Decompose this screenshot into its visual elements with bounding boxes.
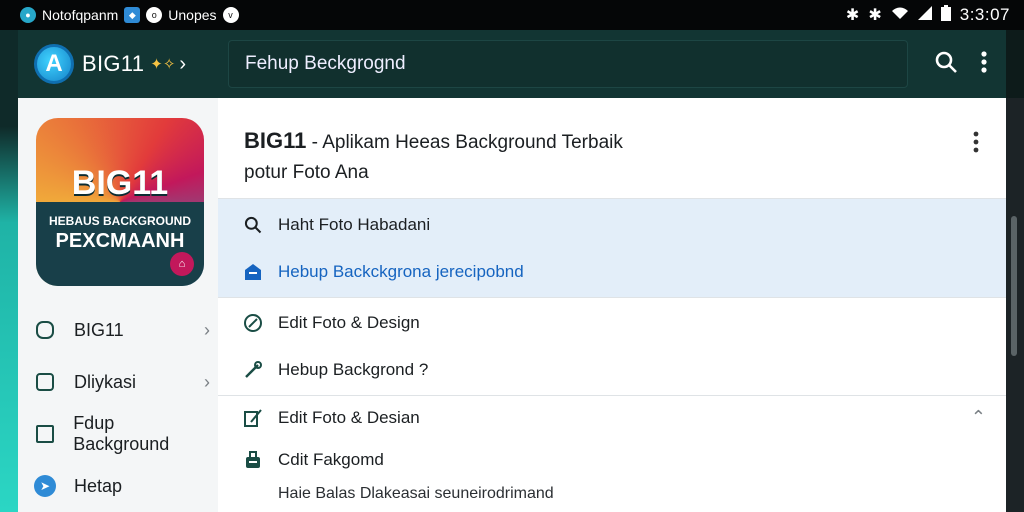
search-icon — [240, 215, 266, 235]
content-area: BIG11 HEBAUS BACKGROUND PEXCMAANH ⌂ BIG1… — [18, 98, 1006, 512]
title-bold: BIG11 — [244, 128, 307, 153]
list-item-label: Hebup Backgrond ? — [278, 360, 429, 379]
list-item-haht-foto[interactable]: Haht Foto Habadani — [240, 207, 980, 243]
circle-notification-icon: o — [146, 7, 163, 23]
face-icon — [34, 319, 56, 341]
sidebar-item-label: Dliykasi — [74, 371, 137, 392]
battery-icon — [940, 4, 951, 26]
footer-text: Haie Balas Dlakeasai seuneirodrimand — [278, 485, 554, 502]
v-notification-icon: v — [222, 7, 239, 23]
clock: 3:3:07 — [959, 5, 1010, 24]
sidebar-item-big11[interactable]: BIG11 › — [34, 312, 210, 348]
sidebar-item-label: BIG11 — [74, 319, 124, 340]
list-item-label: Edit Foto & Design — [278, 313, 420, 332]
app-bar: A BIG11 ✦✧ › Fehup Beckgrognd — [18, 30, 1006, 98]
search-icon[interactable] — [934, 50, 958, 80]
list-item-cdit-fakgomd[interactable]: Cdit Fakgomd — [240, 442, 980, 478]
wifi-icon — [891, 6, 909, 25]
page-title: BIG11 - Aplikam Heeas Background Terbaik… — [244, 126, 623, 188]
chevron-right-icon: › — [204, 371, 210, 392]
scrollbar-thumb[interactable] — [1011, 216, 1017, 356]
notifications: ● Notofqpanm ◆ o Unopes v — [20, 7, 239, 23]
signal-icon — [917, 5, 932, 25]
sidebar-item-fdup-background[interactable]: Fdup Background — [34, 413, 210, 454]
app-icon-title: BIG11 — [71, 164, 169, 202]
overflow-menu-icon[interactable] — [980, 50, 988, 80]
more-options-icon[interactable] — [972, 130, 980, 160]
list-item-hebup-backckgrona[interactable]: Hebup Backckgrona jerecipobnd — [240, 254, 980, 290]
sidebar-item-dliykasi[interactable]: Dliykasi › — [34, 364, 210, 400]
notification-label-1: Notofqpanm — [42, 7, 119, 23]
title-rest: - Aplikam Heeas Background Terbaik — [306, 132, 623, 153]
folder-icon — [34, 423, 55, 445]
shield-notification-icon: ◆ — [124, 7, 141, 23]
title-line-2: potur Foto Ana — [244, 162, 369, 183]
divider — [218, 395, 1006, 396]
vibrate-icon: ✱ — [868, 7, 882, 24]
chevron-right-icon[interactable]: › — [179, 53, 186, 76]
app-icon-badge-icon: ⌂ — [170, 252, 194, 276]
lock-icon — [240, 450, 266, 470]
sidebar-item-hetap[interactable]: ➤ Hetap — [34, 468, 210, 504]
list-item-label: Edit Foto & Desian — [278, 408, 420, 427]
app-icon-subtitle: HEBAUS BACKGROUND — [48, 214, 191, 228]
list-item-label: Cdit Fakgomd — [278, 450, 384, 469]
chevron-right-icon: › — [204, 319, 210, 340]
app-icon-bottom-text: PEXCMAANH — [55, 230, 185, 252]
divider — [218, 297, 1006, 298]
brand-decoration-icon: ✦✧ — [150, 56, 176, 73]
search-field[interactable]: Fehup Beckgrognd — [228, 40, 908, 88]
home-icon — [240, 262, 266, 282]
list-item-edit-foto-design[interactable]: Edit Foto & Design — [240, 305, 980, 341]
status-icons: ✱ ✱ 3:3:07 — [845, 4, 1010, 26]
chevron-up-icon[interactable]: ⌃ — [971, 407, 986, 428]
right-scroll-track — [1004, 98, 1024, 512]
main-panel: BIG11 - Aplikam Heeas Background Terbaik… — [218, 98, 1006, 512]
list-item-label: Haht Foto Habadani — [278, 215, 431, 234]
image-edit-icon — [240, 408, 266, 428]
app-notification-icon: ● — [20, 7, 36, 23]
options-list: Haht Foto Habadani Hebup Backckgrona jer… — [218, 198, 1006, 512]
app-logo[interactable]: A — [34, 44, 74, 84]
help-icon: ➤ — [34, 475, 56, 497]
bag-icon — [34, 371, 56, 393]
list-item-label: Hebup Backckgrona jerecipobnd — [278, 262, 524, 281]
notification-label-2: Unopes — [168, 7, 217, 23]
status-bar: ● Notofqpanm ◆ o Unopes v ✱ ✱ 3:3:07 — [0, 0, 1024, 30]
search-text: Fehup Beckgrognd — [245, 53, 406, 74]
sidebar: BIG11 HEBAUS BACKGROUND PEXCMAANH ⌂ BIG1… — [18, 98, 218, 512]
edit-icon — [240, 313, 266, 333]
sidebar-item-label: Fdup Background — [73, 413, 170, 454]
logo-letter: A — [45, 50, 63, 77]
app-icon-image[interactable]: BIG11 HEBAUS BACKGROUND PEXCMAANH ⌂ — [36, 118, 204, 286]
left-decoration — [0, 30, 20, 512]
bluetooth-icon: ✱ — [845, 7, 860, 24]
link-icon — [240, 360, 266, 380]
sidebar-item-label: Hetap — [74, 475, 123, 496]
list-item-edit-foto-desian[interactable]: Edit Foto & Desian — [240, 400, 980, 436]
brand-name[interactable]: BIG11 — [82, 51, 144, 77]
list-item-hebup-backgrond[interactable]: Hebup Backgrond ? — [240, 352, 980, 388]
